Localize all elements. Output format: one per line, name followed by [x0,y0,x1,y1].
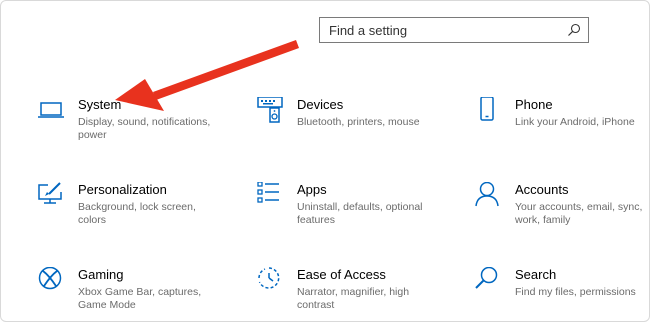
search-icon[interactable] [564,20,584,40]
tile-description: Link your Android, iPhone [515,116,635,128]
tile-title: Accounts [515,182,569,197]
tile-description: Display, sound, notifications, power [78,116,211,141]
tile-description: Xbox Game Bar, captures, Game Mode [78,286,202,311]
search-input[interactable] [320,18,564,42]
tile-title: Phone [515,97,553,112]
tile-title: Apps [297,182,327,197]
search-icon [475,267,505,297]
tile-description: Bluetooth, printers, mouse [297,116,420,128]
ease-of-access-icon [257,267,287,297]
tile-phone[interactable]: Phone Link your Android, iPhone [475,97,649,161]
tile-gaming[interactable]: Gaming Xbox Game Bar, captures, Game Mod… [38,267,218,321]
tile-title: Personalization [78,182,167,197]
tile-description: Uninstall, defaults, optional features [297,201,423,226]
person-icon [475,182,505,212]
tile-description: Your accounts, email, sync, work, family [515,201,643,226]
phone-icon [475,97,505,127]
apps-list-icon [257,182,287,212]
tile-title: System [78,97,122,112]
tile-apps[interactable]: Apps Uninstall, defaults, optional featu… [257,182,437,246]
monitor-icon [38,97,68,127]
tile-system[interactable]: System Display, sound, notifications, po… [38,97,218,161]
tile-devices[interactable]: Devices Bluetooth, printers, mouse [257,97,437,161]
tile-title: Devices [297,97,344,112]
settings-window: System Display, sound, notifications, po… [0,0,650,322]
keyboard-speaker-icon [257,97,287,127]
tile-title: Ease of Access [297,267,386,282]
tile-search[interactable]: Search Find my files, permissions [475,267,649,321]
tile-title: Gaming [78,267,124,282]
tile-ease-of-access[interactable]: Ease of Access Narrator, magnifier, high… [257,267,437,321]
tile-description: Narrator, magnifier, high contrast [297,286,410,311]
xbox-icon [38,267,68,297]
tile-description: Background, lock screen, colors [78,201,196,226]
paint-monitor-icon [38,182,68,212]
tile-personalization[interactable]: Personalization Background, lock screen,… [38,182,218,246]
tile-title: Search [515,267,557,282]
tile-accounts[interactable]: Accounts Your accounts, email, sync, wor… [475,182,649,246]
search-box[interactable] [319,17,589,43]
tile-description: Find my files, permissions [515,286,636,298]
